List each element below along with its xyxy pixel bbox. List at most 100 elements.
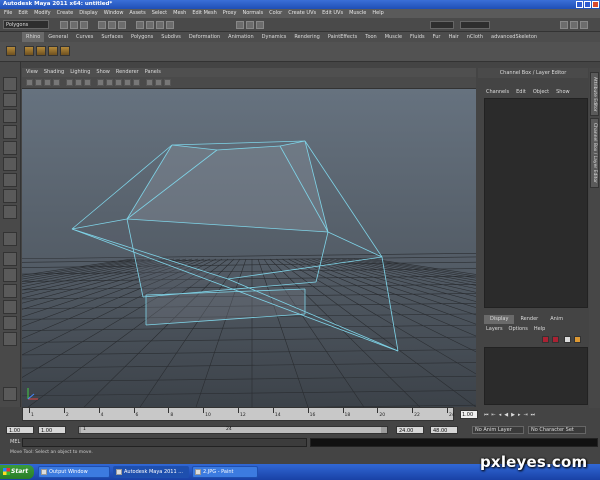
channel-box-area[interactable] xyxy=(484,98,588,308)
menu-edit-mesh[interactable]: Edit Mesh xyxy=(192,9,216,18)
shelf-tab-hair[interactable]: Hair xyxy=(444,32,462,42)
grid-toggle-icon[interactable] xyxy=(66,79,73,86)
layer-list-area[interactable] xyxy=(484,347,588,405)
menu-muscle[interactable]: Muscle xyxy=(349,9,366,18)
start-time-field[interactable]: 1.00 xyxy=(6,426,34,434)
show-channel-box-icon[interactable] xyxy=(580,21,588,29)
menu-mesh[interactable]: Mesh xyxy=(173,9,186,18)
start-button[interactable]: Start xyxy=(0,465,34,479)
cb-menu-object[interactable]: Object xyxy=(533,88,549,97)
anim-layer-dropdown[interactable]: No Anim Layer xyxy=(472,426,524,434)
menu-edit[interactable]: Edit xyxy=(18,9,28,18)
shelf-tab-ncloth[interactable]: nCloth xyxy=(463,32,487,42)
shelf-tab-deformation[interactable]: Deformation xyxy=(185,32,224,42)
current-frame-field[interactable]: 1.00 xyxy=(460,410,478,419)
attribute-editor-tab[interactable]: Attribute Editor xyxy=(590,72,599,116)
shelf-tab-fur[interactable]: Fur xyxy=(429,32,445,42)
playback-end-field[interactable]: 24.00 xyxy=(396,426,424,434)
shelf-tab-dynamics[interactable]: Dynamics xyxy=(258,32,291,42)
menu-modify[interactable]: Modify xyxy=(34,9,51,18)
resolution-gate-icon[interactable] xyxy=(84,79,91,86)
menu-display[interactable]: Display xyxy=(79,9,97,18)
go-to-end-icon[interactable]: ⏭ xyxy=(531,412,536,418)
channel-box-tab[interactable]: Channel Box / Layer Editor xyxy=(590,118,599,188)
range-slider-handle[interactable]: 1 24 xyxy=(81,427,381,433)
persp-outliner-layout-icon[interactable] xyxy=(3,284,17,298)
task-output-window[interactable]: Output Window xyxy=(38,466,110,478)
close-button[interactable] xyxy=(592,1,599,8)
shelf-tab-rhino[interactable]: Rhino xyxy=(22,32,45,42)
command-input[interactable] xyxy=(22,438,307,447)
maximize-button[interactable] xyxy=(584,1,591,8)
render-icon[interactable] xyxy=(236,21,244,29)
time-slider[interactable]: 1 2 4 6 8 10 12 14 16 18 20 22 24 xyxy=(22,407,455,421)
manipulator-tool-icon[interactable] xyxy=(3,173,17,187)
shelf-tab-subdivs[interactable]: Subdivs xyxy=(157,32,185,42)
go-to-start-icon[interactable]: ⏮ xyxy=(484,412,489,418)
snap-point-icon[interactable] xyxy=(156,21,164,29)
wireframe-icon[interactable] xyxy=(97,79,104,86)
layer-tab-display[interactable]: Display xyxy=(484,315,515,324)
shelf-tab-painteffects[interactable]: PaintEffects xyxy=(324,32,361,42)
command-language-label[interactable]: MEL xyxy=(10,439,20,445)
shelf-tab-animation[interactable]: Animation xyxy=(224,32,258,42)
select-hierarchy-icon[interactable] xyxy=(98,21,106,29)
menu-edit-uvs[interactable]: Edit UVs xyxy=(322,9,343,18)
menu-help[interactable]: Help xyxy=(372,9,383,18)
shelf-tool-4-icon[interactable] xyxy=(60,46,70,56)
layer-menu-help[interactable]: Help xyxy=(534,325,545,333)
select-camera-icon[interactable] xyxy=(26,79,33,86)
range-slider[interactable]: 1 24 xyxy=(78,426,388,434)
cb-menu-show[interactable]: Show xyxy=(556,88,570,97)
layer-menu-options[interactable]: Options xyxy=(509,325,528,333)
shelf-tool-3-icon[interactable] xyxy=(48,46,58,56)
shelf-tab-polygons[interactable]: Polygons xyxy=(127,32,157,42)
move-layer-down-icon[interactable] xyxy=(552,336,559,343)
snap-curve-icon[interactable] xyxy=(146,21,154,29)
xray-icon[interactable] xyxy=(146,79,153,86)
smooth-shade-icon[interactable] xyxy=(106,79,113,86)
save-scene-icon[interactable] xyxy=(80,21,88,29)
muscle-tool-icon[interactable] xyxy=(3,387,17,401)
vp-menu-panels[interactable]: Panels xyxy=(145,68,161,77)
new-layer-selected-icon[interactable] xyxy=(574,336,581,343)
isolate-select-icon[interactable] xyxy=(155,79,162,86)
shelf-tab-curves[interactable]: Curves xyxy=(72,32,97,42)
menu-color[interactable]: Color xyxy=(269,9,282,18)
step-back-frame-icon[interactable]: ◂ xyxy=(499,412,502,418)
step-back-key-icon[interactable]: ⇤ xyxy=(492,412,496,418)
menu-window[interactable]: Window xyxy=(104,9,124,18)
soft-mod-tool-icon[interactable] xyxy=(3,189,17,203)
image-plane-icon[interactable] xyxy=(53,79,60,86)
lights-icon[interactable] xyxy=(124,79,131,86)
vp-menu-show[interactable]: Show xyxy=(96,68,110,77)
task-paint[interactable]: 2.JPG - Paint xyxy=(192,466,258,478)
four-pane-layout-icon[interactable] xyxy=(3,268,17,282)
task-maya[interactable]: Autodesk Maya 2011 ... xyxy=(113,466,189,478)
menu-create[interactable]: Create xyxy=(57,9,74,18)
camera-attributes-icon[interactable] xyxy=(35,79,42,86)
shelf-tab-muscle[interactable]: Muscle xyxy=(381,32,406,42)
show-attribute-editor-icon[interactable] xyxy=(560,21,568,29)
shelf-tab-rendering[interactable]: Rendering xyxy=(290,32,324,42)
shelf-tab-surfaces[interactable]: Surfaces xyxy=(97,32,127,42)
menu-proxy[interactable]: Proxy xyxy=(223,9,237,18)
vp-menu-renderer[interactable]: Renderer xyxy=(116,68,139,77)
new-empty-layer-icon[interactable] xyxy=(564,336,571,343)
end-time-field[interactable]: 48.00 xyxy=(430,426,458,434)
step-forward-key-icon[interactable]: ⇥ xyxy=(523,412,527,418)
playback-start-field[interactable]: 1.00 xyxy=(38,426,66,434)
layer-menu-layers[interactable]: Layers xyxy=(486,325,503,333)
bookmarks-icon[interactable] xyxy=(44,79,51,86)
vp-menu-lighting[interactable]: Lighting xyxy=(70,68,90,77)
shelf-tab-advancedskeleton[interactable]: advancedSkeleton xyxy=(487,32,541,42)
select-tool-icon[interactable] xyxy=(3,77,17,91)
quick-select-field[interactable] xyxy=(460,21,490,29)
shelf-tool-2-icon[interactable] xyxy=(36,46,46,56)
new-scene-icon[interactable] xyxy=(60,21,68,29)
shelf-tool-1-icon[interactable] xyxy=(24,46,34,56)
snap-plane-icon[interactable] xyxy=(166,21,174,29)
scale-tool-icon[interactable] xyxy=(3,157,17,171)
move-layer-up-icon[interactable] xyxy=(542,336,549,343)
hypershade-layout-icon[interactable] xyxy=(3,316,17,330)
